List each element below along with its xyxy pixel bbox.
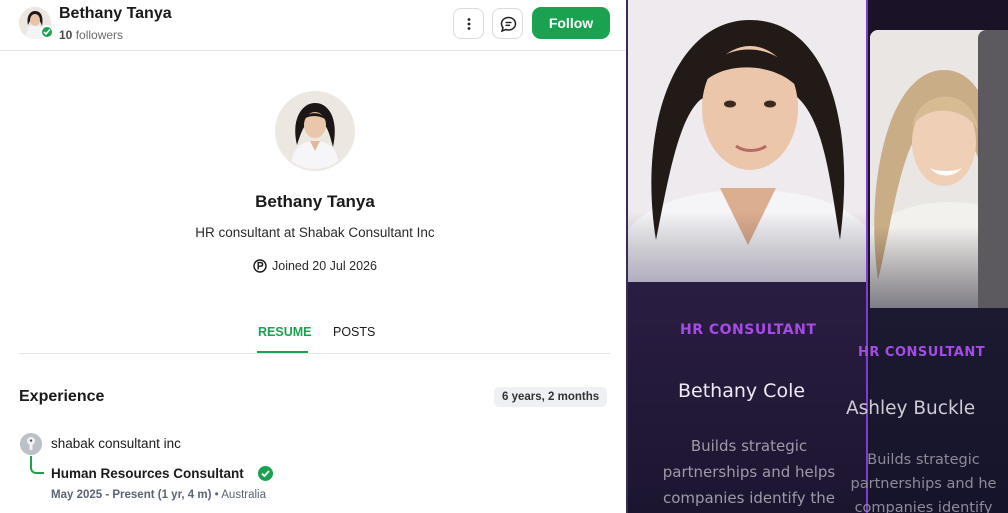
person-photo-icon — [628, 0, 868, 282]
main-card-desc-line3: companies identify the — [663, 489, 835, 507]
next-card-desc-line2: partnerships and he — [850, 476, 997, 492]
carousel-card-main-photo[interactable] — [628, 0, 868, 282]
p-circle-icon — [253, 259, 267, 273]
experience-total-badge: 6 years, 2 months — [494, 387, 608, 407]
tab-posts[interactable]: POSTS — [333, 325, 375, 339]
job-dates-location: May 2025 - Present (1 yr, 4 m) • Austral… — [51, 489, 266, 501]
joined-date: Joined 20 Jul 2026 — [253, 259, 377, 273]
job-location: Australia — [221, 489, 266, 501]
experience-heading: Experience — [19, 388, 105, 405]
profile-header: Bethany Tanya 10 followers Follow — [0, 0, 626, 51]
job-dates: May 2025 - Present (1 yr, 4 m) — [51, 489, 212, 501]
follower-count[interactable]: 10 followers — [59, 28, 123, 42]
profile-headline: HR consultant at Shabak Consultant Inc — [195, 225, 435, 240]
experience-connector — [30, 456, 44, 474]
main-card-desc-line1: Builds strategic — [690, 437, 808, 455]
joined-date-text: Joined 20 Jul 2026 — [272, 259, 377, 273]
job-title: Human Resources Consultant — [51, 466, 244, 481]
verified-badge-icon — [40, 25, 54, 39]
profile-name: Bethany Tanya — [255, 192, 375, 211]
next-card-desc: Builds strategic partnerships and he com… — [836, 448, 1008, 513]
main-card-desc: Builds strategic partnerships and helps … — [654, 433, 844, 511]
profile-avatar[interactable] — [275, 91, 355, 171]
tab-resume[interactable]: RESUME — [258, 325, 311, 339]
main-card-role: HR CONSULTANT — [680, 322, 817, 338]
active-tab-indicator — [257, 351, 308, 353]
vertical-dots-icon — [467, 18, 471, 30]
profile-panel: Bethany Tanya 10 followers Follow Bethan… — [0, 0, 626, 513]
follower-number: 10 — [59, 28, 73, 42]
next-card-desc-line3: companies identify — [854, 500, 993, 513]
main-card-name: Bethany Cole — [678, 380, 806, 402]
check-badge-icon — [258, 466, 273, 481]
follow-button[interactable]: Follow — [532, 7, 610, 39]
more-options-button[interactable] — [453, 8, 484, 39]
company-name[interactable]: shabak consultant inc — [51, 436, 181, 451]
company-logo-icon — [20, 433, 42, 455]
avatar-photo-icon — [277, 93, 353, 169]
card-active-border — [866, 0, 868, 513]
profile-tabs: RESUME POSTS — [19, 318, 610, 354]
next-card-role: HR CONSULTANT — [858, 345, 986, 360]
message-button[interactable] — [492, 8, 523, 39]
promo-carousel: T e c lps the HR — [626, 0, 1008, 513]
main-card-desc-line2: partnerships and helps — [662, 463, 836, 481]
carousel-card-far-edge — [978, 30, 1008, 310]
follower-label: followers — [75, 28, 124, 42]
chat-bubble-icon — [500, 16, 517, 33]
next-card-name: Ashley Buckle — [846, 398, 976, 419]
next-card-desc-line1: Builds strategic — [867, 452, 980, 468]
header-name: Bethany Tanya — [59, 5, 172, 22]
